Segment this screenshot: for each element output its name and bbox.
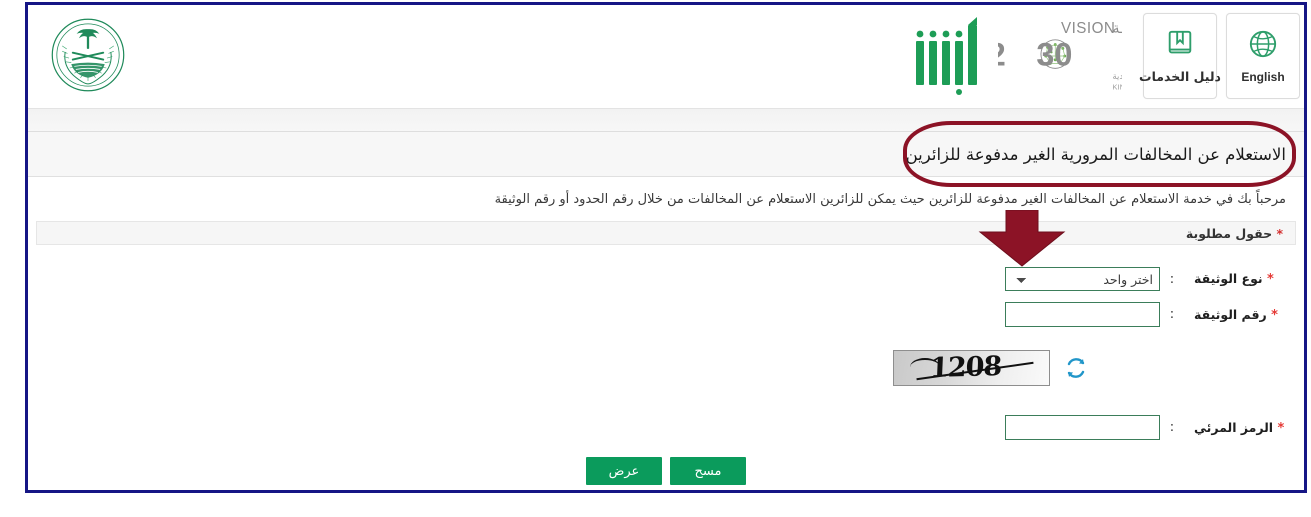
inquiry-form: * نوع الوثيقة : اختر واحد * رقم الوثيقة … [28, 245, 1304, 490]
document-type-label-text: نوع الوثيقة [1194, 271, 1263, 286]
clear-button[interactable]: مسح [670, 457, 746, 485]
moi-emblem-icon [51, 18, 125, 92]
visual-code-required-star: * [1277, 420, 1285, 436]
form-row-visual-code: * الرمز المرئي : [1005, 415, 1304, 440]
visual-code-label-text: الرمز المرئي [1194, 419, 1274, 435]
absher-logo [916, 17, 977, 95]
required-fields-note: * حقول مطلوبة [1186, 226, 1283, 241]
document-number-control [1005, 302, 1160, 327]
document-number-colon: : [1169, 307, 1175, 322]
form-actions: مسح عرض [28, 457, 1304, 485]
document-type-select[interactable]: اختر واحد [1005, 267, 1160, 291]
screenshot-root: English دليل الخدمات رؤيــــة VISION 2 [0, 0, 1311, 517]
refresh-icon[interactable] [1064, 356, 1088, 380]
page-title: الاستعلام عن المخالفات المرورية الغير مد… [905, 144, 1286, 164]
visual-code-control [1005, 415, 1160, 440]
service-description-row: مرحباً بك في خدمة الاستعلام عن المخالفات… [28, 177, 1304, 221]
site-header: English دليل الخدمات رؤيــــة VISION 2 [28, 5, 1304, 109]
document-type-required-star: * [1266, 272, 1274, 287]
document-number-input[interactable] [1005, 302, 1160, 327]
document-number-label: * رقم الوثيقة [1184, 307, 1304, 323]
visual-code-input[interactable] [1005, 415, 1160, 440]
page-title-bar: الاستعلام عن المخالفات المرورية الغير مد… [28, 132, 1304, 177]
document-type-control: اختر واحد [1005, 267, 1160, 291]
document-number-label-text: رقم الوثيقة [1194, 306, 1267, 322]
vision-kingdom-ar: المملكة العربية السعودية [1112, 72, 1122, 82]
service-page: English دليل الخدمات رؤيــــة VISION 2 [28, 5, 1304, 490]
vision-english-word: VISION [1061, 20, 1115, 37]
visual-code-label: * الرمز المرئي [1184, 420, 1304, 436]
required-fields-bar: * حقول مطلوبة [36, 221, 1296, 245]
vision-2030-logo: رؤيــــة VISION 2 [998, 20, 1122, 91]
globe-icon [1249, 30, 1277, 57]
form-row-document-type: * نوع الوثيقة : اختر واحد [1005, 267, 1304, 291]
required-asterisk: * [1276, 225, 1283, 241]
document-type-label: * نوع الوثيقة [1184, 271, 1304, 287]
service-description: مرحباً بك في خدمة الاستعلام عن المخالفات… [494, 191, 1286, 207]
vision-year-2: 2 [998, 37, 1006, 73]
vision-kingdom-en: KINGDOM OF SAUDI ARABIA [1112, 82, 1122, 91]
breadcrumb-band [28, 109, 1304, 132]
visual-code-colon: : [1169, 420, 1175, 435]
language-toggle-button[interactable]: English [1226, 13, 1300, 99]
book-icon [1168, 30, 1192, 54]
vision-year-30: 30 [1036, 37, 1072, 73]
captcha-image: 1208 [893, 350, 1050, 386]
document-number-required-star: * [1271, 307, 1278, 323]
services-guide-button[interactable]: دليل الخدمات [1139, 13, 1221, 99]
required-fields-label: حقول مطلوبة [1185, 225, 1273, 241]
captcha-row: 1208 [893, 350, 1088, 386]
form-row-document-number: * رقم الوثيقة : [1005, 302, 1304, 327]
language-toggle-label: English [1241, 69, 1285, 84]
document-type-colon: : [1169, 271, 1175, 287]
services-guide-label: دليل الخدمات [1139, 69, 1221, 84]
header-right-cluster: English دليل الخدمات رؤيــــة VISION 2 [912, 13, 1300, 99]
view-button[interactable]: عرض [586, 457, 662, 485]
